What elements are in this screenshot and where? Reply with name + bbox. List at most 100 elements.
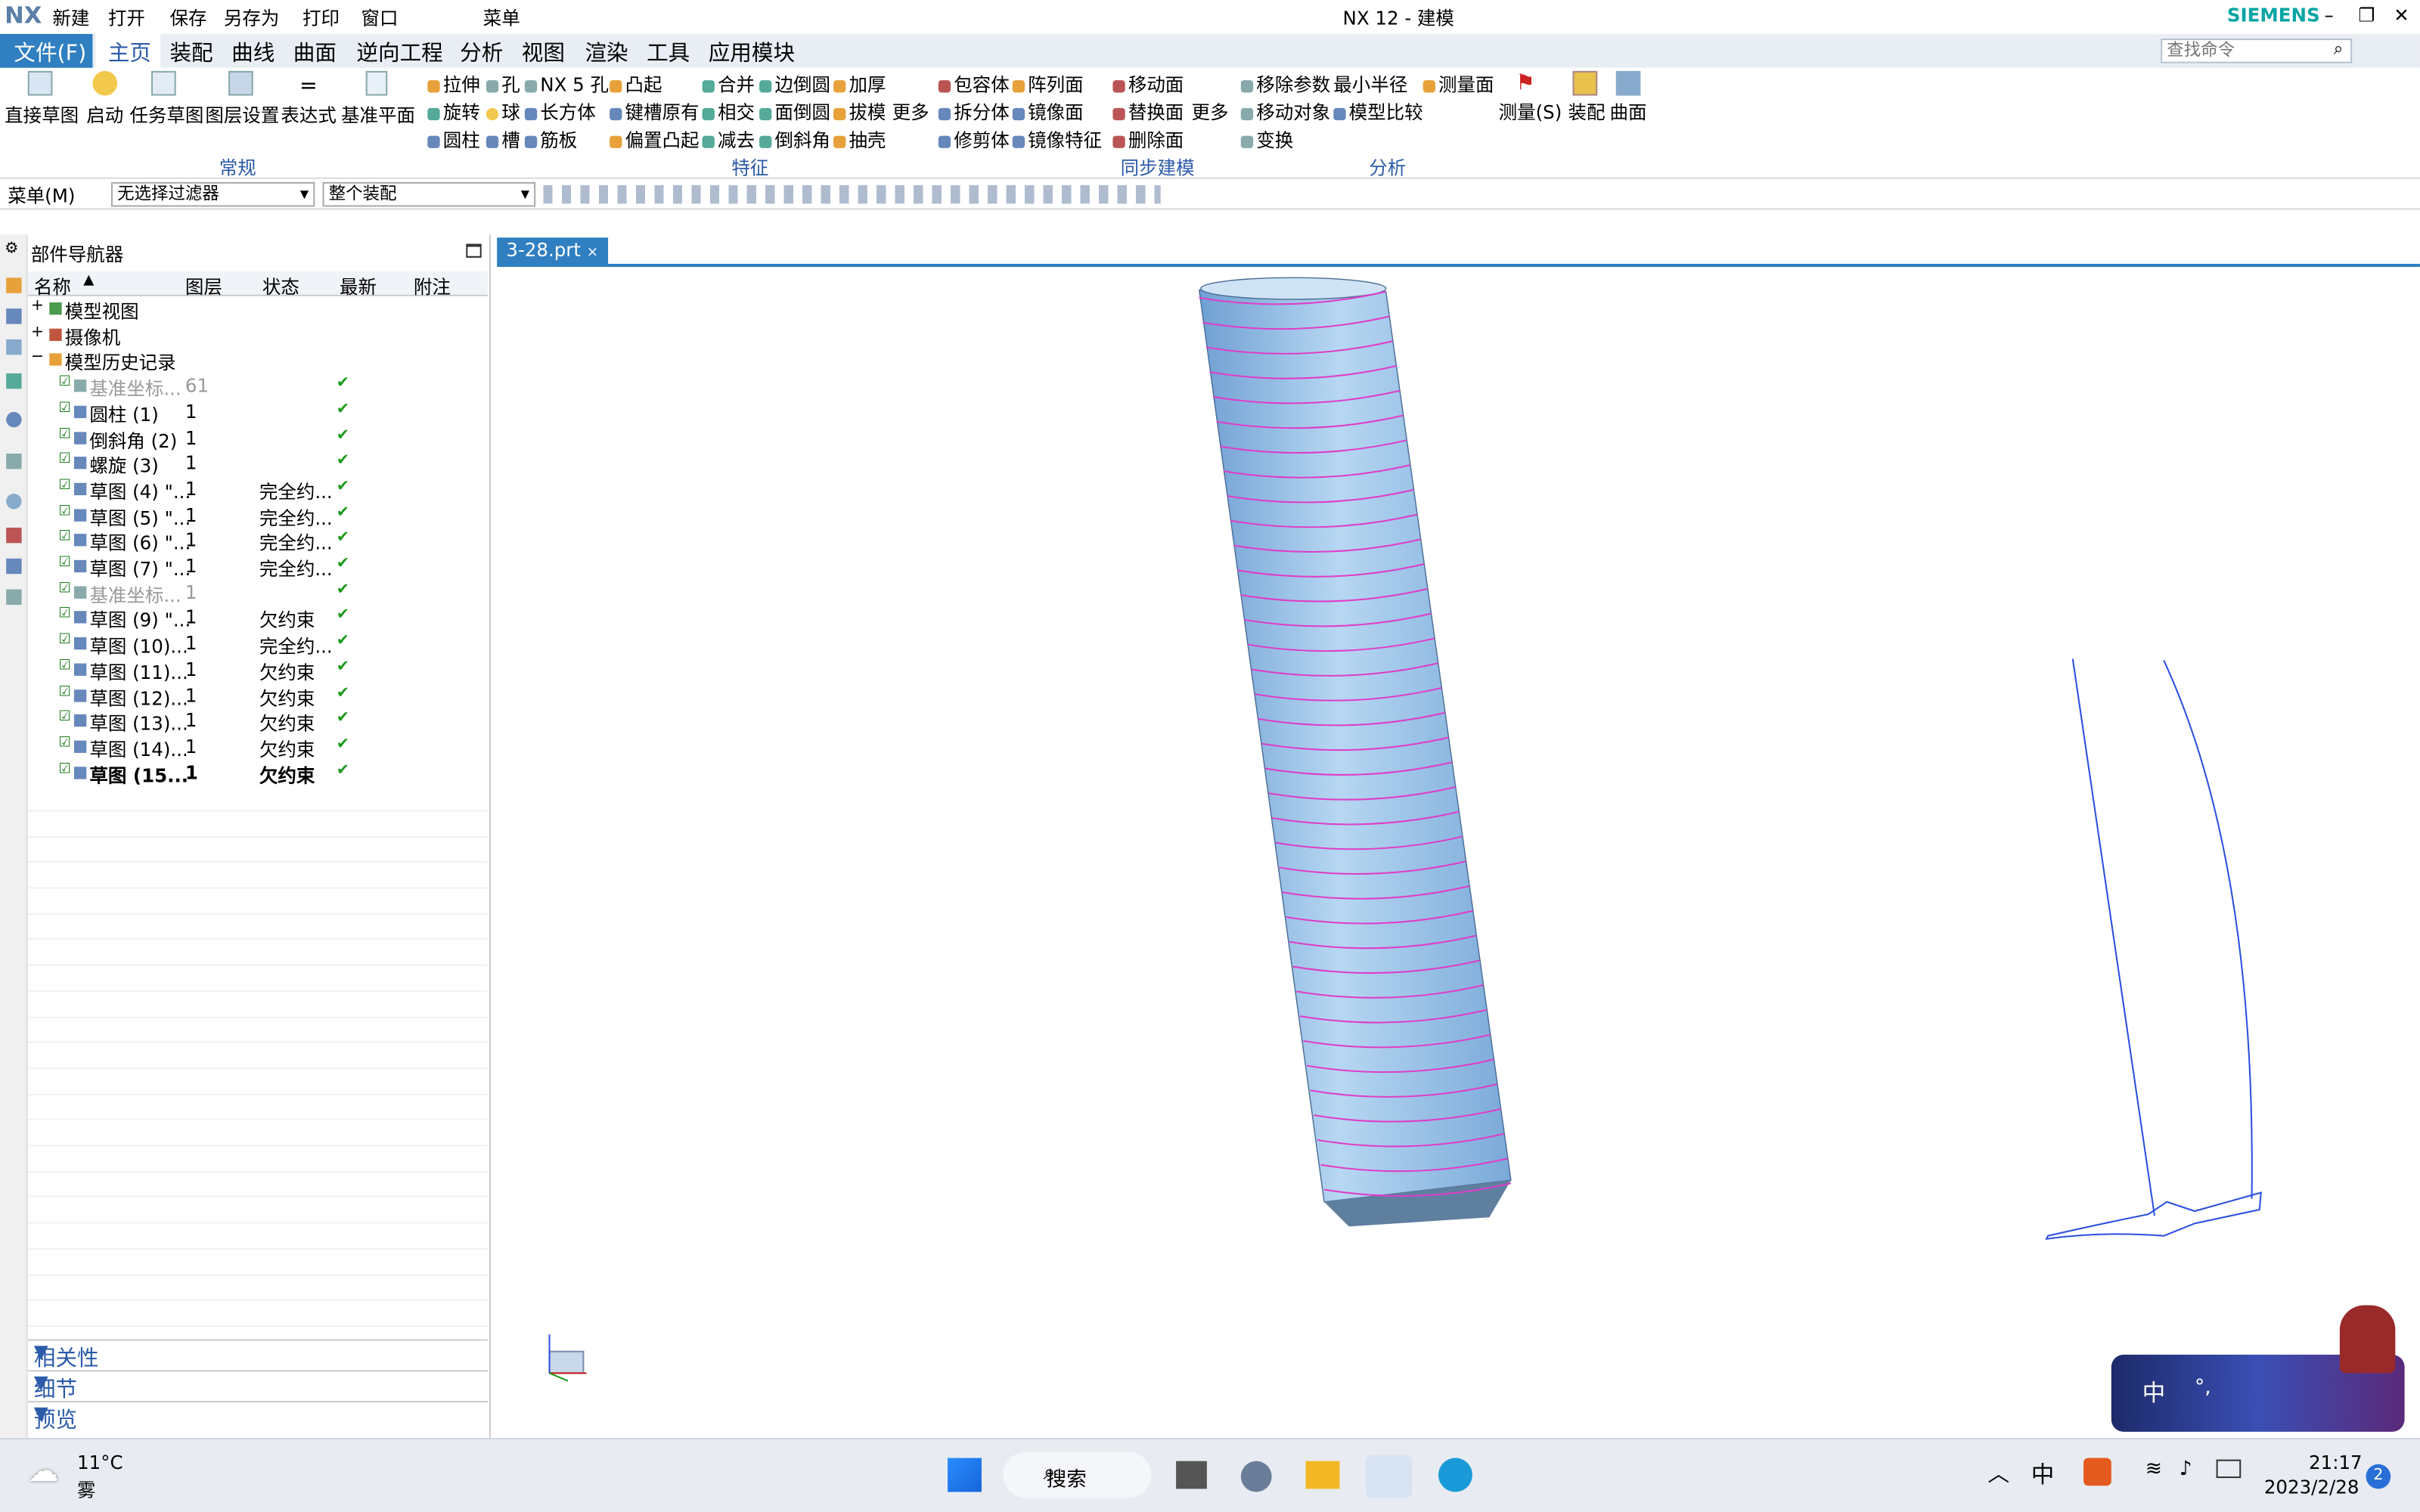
maximize-icon[interactable]	[466, 243, 482, 258]
datum-plane-button[interactable]: 基准平面	[341, 102, 415, 129]
file-explorer-icon[interactable]	[1305, 1461, 1340, 1489]
direct-sketch-button[interactable]: 直接草图	[5, 102, 79, 129]
notification-badge[interactable]: 2	[2366, 1464, 2391, 1489]
extrude-button[interactable]: 拉伸	[427, 71, 480, 98]
details-panel[interactable]: 细节 ▼	[27, 1370, 488, 1402]
expand-icon[interactable]: +	[31, 324, 44, 340]
battery-icon[interactable]	[2216, 1459, 2242, 1479]
table-row[interactable]: ☑ 草图 (14)... 1 欠约束 ✔	[28, 734, 488, 761]
move-face-button[interactable]: 移动面	[1112, 71, 1184, 98]
checkbox-icon[interactable]: ☑	[59, 426, 71, 442]
settings-icon[interactable]	[1240, 1461, 1272, 1492]
groove-button[interactable]: 槽	[486, 126, 520, 153]
transform-button[interactable]: 变换	[1240, 126, 1293, 153]
table-row[interactable]: ☑ 基准坐标... 1 ✔	[28, 580, 488, 606]
save-as-button[interactable]: 另存为	[224, 5, 280, 31]
search-icon[interactable]: ⌕	[2334, 39, 2344, 60]
checkbox-icon[interactable]: ☑	[59, 556, 71, 571]
command-search-input[interactable]	[2161, 39, 2353, 64]
tab-surface[interactable]: 曲面	[293, 37, 337, 68]
column-name[interactable]: 名称	[34, 273, 71, 299]
checkbox-icon[interactable]: ☑	[59, 401, 71, 416]
table-row[interactable]: ☑ 草图 (7) "... 1 完全约... ✔	[28, 554, 488, 581]
tab-render[interactable]: 渲染	[585, 37, 628, 68]
column-status[interactable]: 状态	[262, 273, 299, 299]
ime-indicator[interactable]: 中	[2031, 1458, 2055, 1491]
remove-params-button[interactable]: 移除参数	[1240, 71, 1330, 98]
table-row[interactable]: ☑ 草图 (4) "... 1 完全约... ✔	[28, 476, 488, 503]
emboss-button[interactable]: 凸起	[610, 71, 662, 98]
clock-date[interactable]: 2023/2/28	[2264, 1476, 2360, 1498]
expand-icon[interactable]: +	[31, 298, 44, 314]
checkbox-icon[interactable]: ☑	[59, 581, 71, 596]
part-tab[interactable]: 3-28.prt ×	[497, 237, 608, 266]
chamfer-button[interactable]: 倒斜角	[759, 126, 830, 153]
sogou-icon[interactable]	[2083, 1458, 2111, 1486]
reuse-library-icon[interactable]	[6, 373, 22, 389]
print-button[interactable]: 打印	[302, 5, 340, 31]
revolve-button[interactable]: 旋转	[427, 99, 480, 125]
volume-icon[interactable]: ♪	[2180, 1458, 2192, 1482]
model-canvas[interactable]	[497, 267, 2420, 1438]
slot-legacy-button[interactable]: 键槽原有	[610, 99, 700, 125]
tab-applications[interactable]: 应用模块	[709, 37, 795, 68]
rib-button[interactable]: 筋板	[524, 126, 577, 153]
tab-reverse[interactable]: 逆向工程	[356, 37, 442, 68]
settings-icon[interactable]: ⚙	[5, 240, 18, 257]
threaded-cylinder[interactable]	[1198, 277, 1512, 1227]
table-row[interactable]: + 摄像机	[28, 322, 488, 349]
checkbox-icon[interactable]: ☑	[59, 736, 71, 751]
unite-button[interactable]: 合并	[702, 71, 755, 98]
dependencies-panel[interactable]: 相关性 ▼	[27, 1339, 488, 1371]
tab-home[interactable]: 主页	[95, 33, 161, 68]
table-row[interactable]: ☑ 圆柱 (1) 1 ✔	[28, 399, 488, 426]
pattern-face-button[interactable]: 阵列面	[1012, 71, 1084, 98]
split-body-button[interactable]: 拆分体	[938, 99, 1010, 125]
minimize-icon[interactable]: –	[2324, 5, 2333, 26]
graphics-window[interactable]: 3-28.prt ×	[497, 234, 2420, 1439]
ime-mode-label[interactable]: 中	[2142, 1376, 2166, 1408]
checkbox-icon[interactable]: ☑	[59, 761, 71, 776]
table-row[interactable]: + 模型视图	[28, 296, 488, 323]
roles-icon[interactable]	[6, 558, 22, 575]
close-icon[interactable]: ×	[587, 245, 598, 260]
table-row[interactable]: ☑ 草图 (13)... 1 欠约束 ✔	[28, 708, 488, 735]
history-icon[interactable]	[6, 453, 22, 469]
checkbox-icon[interactable]: ☑	[59, 375, 71, 390]
task-sketch-button[interactable]: 任务草图	[129, 102, 203, 129]
block-button[interactable]: 长方体	[524, 99, 596, 125]
feature-more-button[interactable]: 更多	[892, 99, 929, 125]
constraint-nav-icon[interactable]	[6, 308, 22, 324]
save-button[interactable]: 保存	[169, 5, 206, 31]
table-row[interactable]: ☑ 草图 (9) "... 1 欠约束 ✔	[28, 606, 488, 632]
open-button[interactable]: 打开	[108, 5, 145, 31]
clock-icon[interactable]	[6, 494, 22, 510]
trim-body-button[interactable]: 修剪体	[938, 126, 1010, 153]
measure-face-button[interactable]: 测量面	[1423, 71, 1494, 98]
file-menu[interactable]: 文件(F)	[0, 33, 93, 68]
restore-icon[interactable]: ❐	[2358, 5, 2375, 26]
delete-face-button[interactable]: 删除面	[1112, 126, 1184, 153]
column-comment[interactable]: 附注	[414, 273, 451, 299]
nx-app-icon[interactable]	[1366, 1455, 1413, 1498]
edge-browser-icon[interactable]	[1438, 1458, 1472, 1492]
measure-button[interactable]: 测量(S)	[1499, 99, 1562, 125]
chevron-up-icon[interactable]: ︿	[1988, 1458, 2010, 1489]
wrap-body-button[interactable]: 包容体	[938, 71, 1010, 98]
tab-view[interactable]: 视图	[522, 37, 565, 68]
checkbox-icon[interactable]: ☑	[59, 633, 71, 648]
checkbox-icon[interactable]: ☑	[59, 478, 71, 493]
menu-button[interactable]: 菜单(M)	[8, 182, 75, 209]
surface-button[interactable]: 曲面	[1610, 99, 1647, 125]
hole-button[interactable]: 孔	[486, 71, 520, 98]
clock-time[interactable]: 21:17	[2309, 1452, 2363, 1473]
intersect-button[interactable]: 相交	[702, 99, 755, 125]
tab-analysis[interactable]: 分析	[460, 37, 503, 68]
cylinder-button[interactable]: 圆柱	[427, 126, 480, 153]
move-object-button[interactable]: 移动对象	[1240, 99, 1330, 125]
snap-tools-icon[interactable]	[543, 184, 1161, 204]
checkbox-icon[interactable]: ☑	[59, 658, 71, 674]
weather-temp[interactable]: 11°C	[77, 1452, 123, 1473]
checkbox-icon[interactable]: ☑	[59, 607, 71, 622]
new-button[interactable]: 新建	[52, 5, 89, 31]
